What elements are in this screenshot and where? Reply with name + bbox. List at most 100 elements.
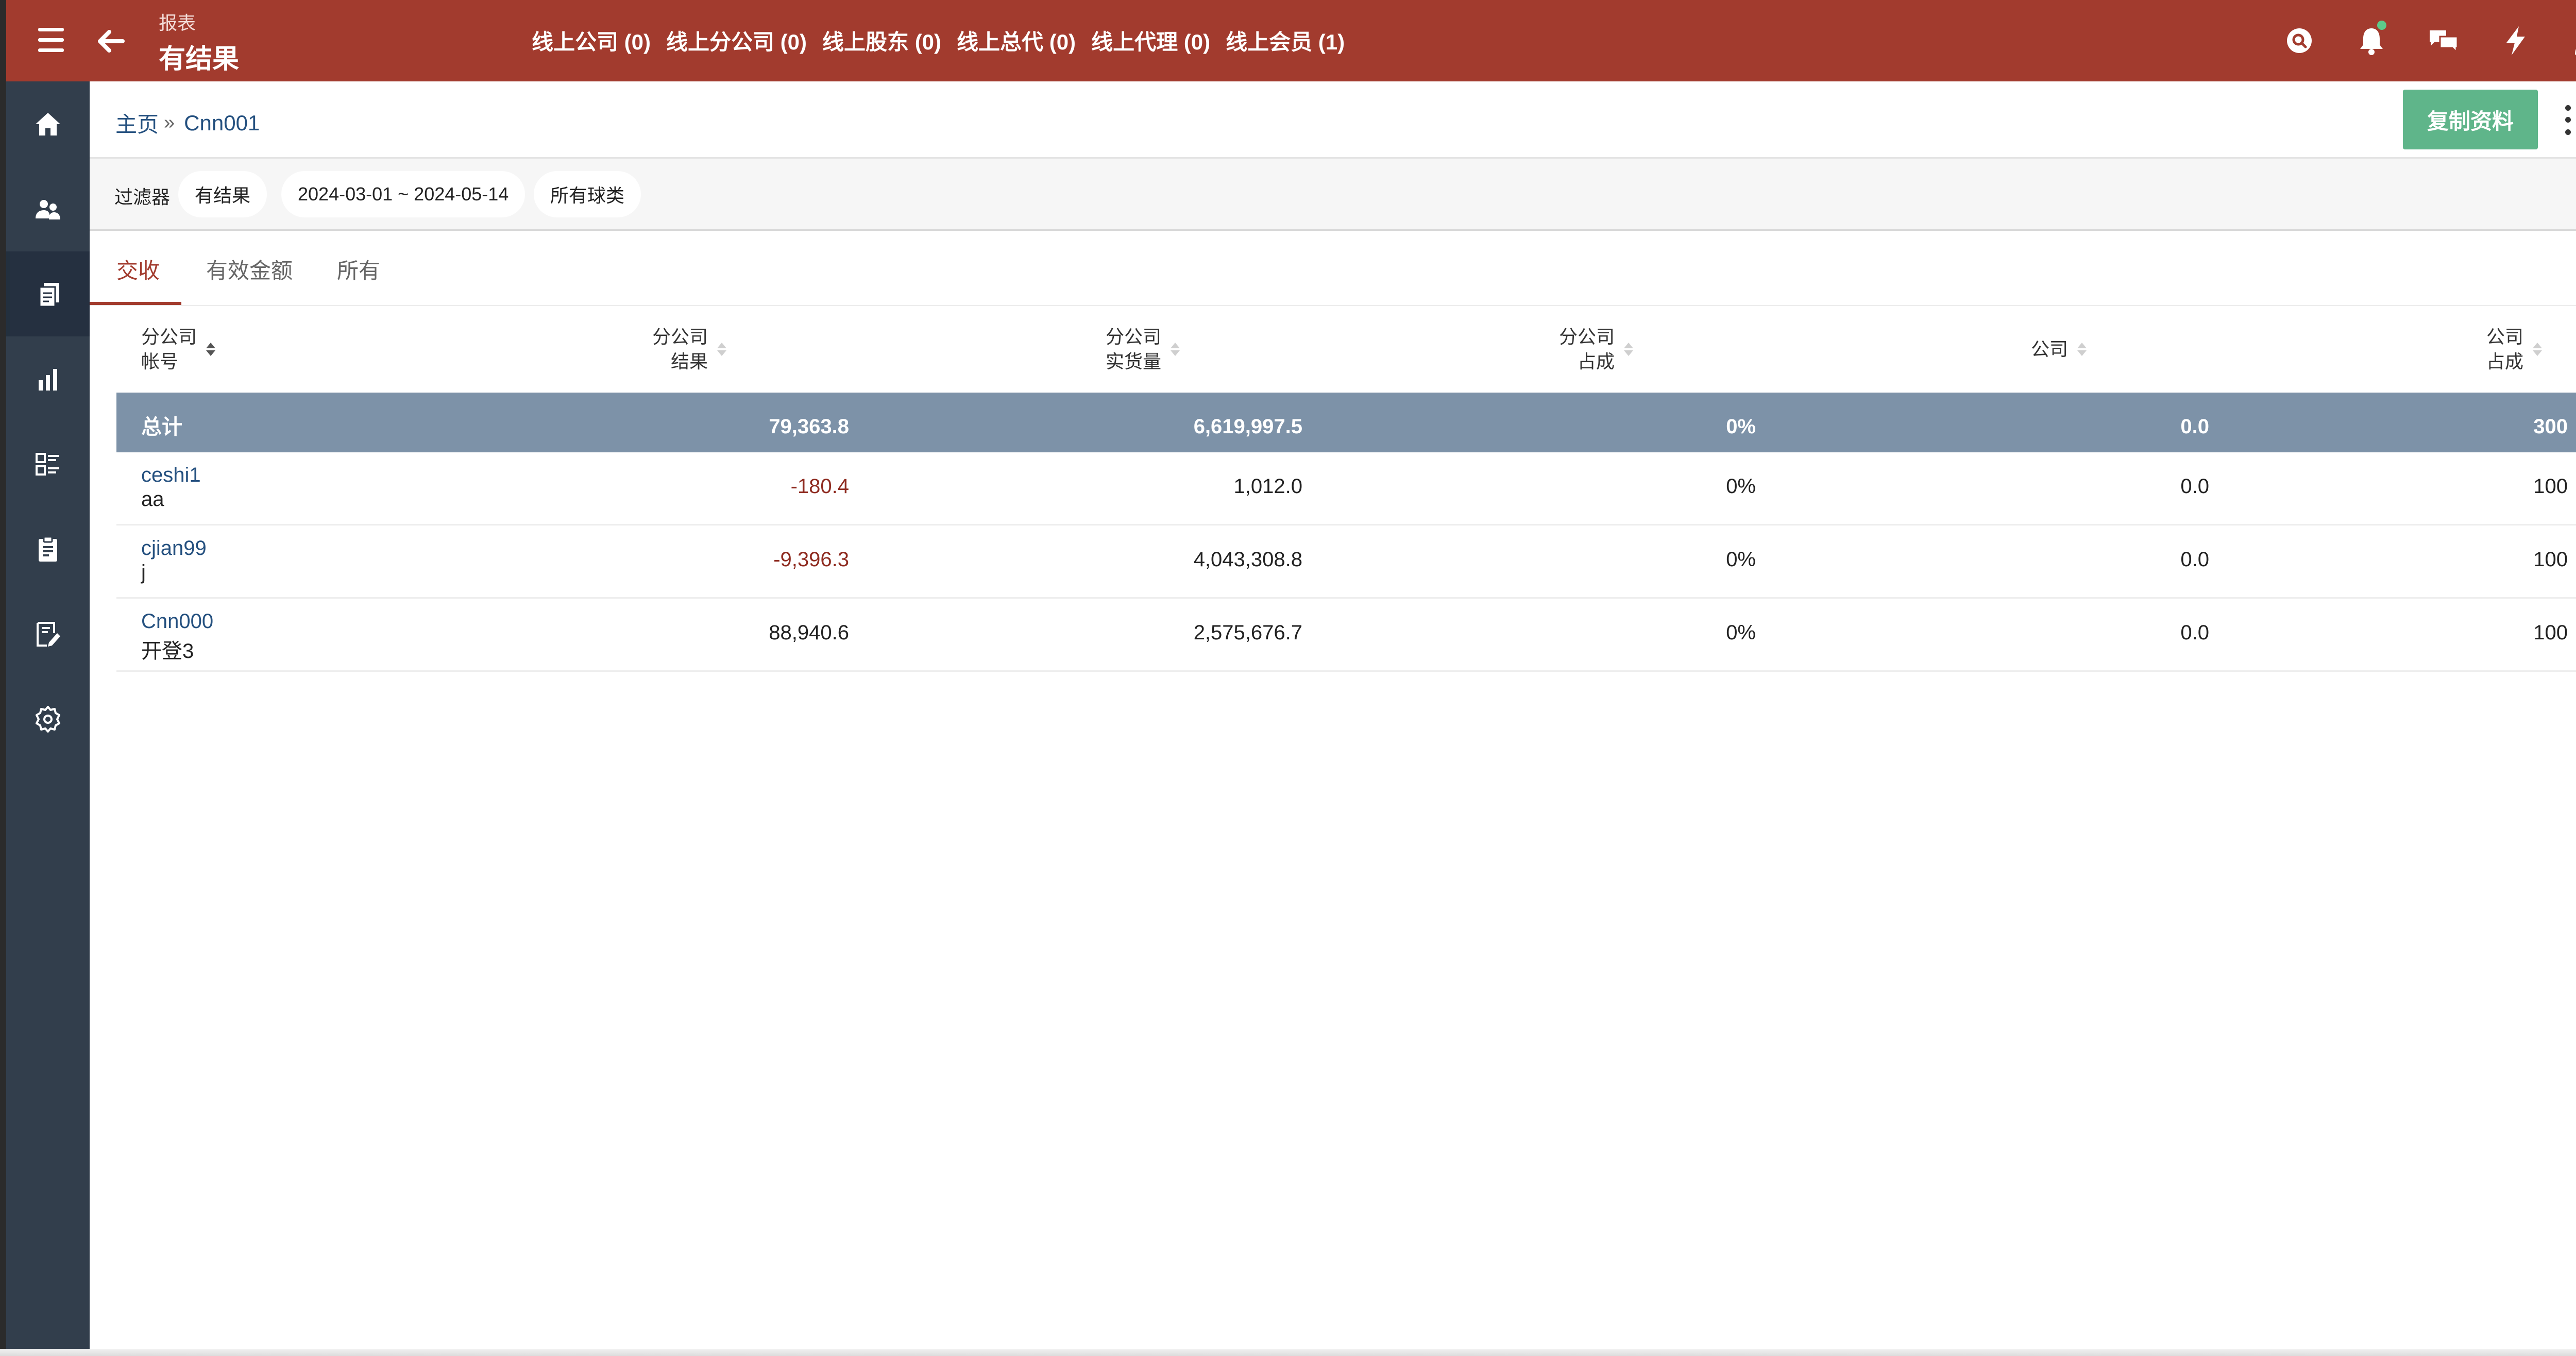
branch-share-cell: 0% [1726, 475, 1756, 498]
clipboard-icon [39, 536, 57, 562]
filter-chip-date-range[interactable]: 2024-03-01 ~ 2024-05-14 [281, 171, 526, 217]
column-header-company-share[interactable]: 公司 占成 [2486, 325, 2543, 374]
bolt-icon[interactable] [2493, 18, 2539, 64]
branch-result-cell: -9,396.3 [773, 548, 849, 571]
column-header-branch-share[interactable]: 分公司 占成 [1559, 325, 1634, 374]
hamburger-menu-icon[interactable] [31, 23, 72, 59]
breadcrumb: 主页 » Cnn001 [115, 107, 260, 139]
report-table: 分公司 帐号 分公司 结果 分公司 实货量 分公司 占成 公司 公司 占成 总计 79,3… [116, 306, 2576, 672]
column-header-branch-result[interactable]: 分公司结果 [652, 325, 727, 374]
table-row: ceshi1 aa -180.4 1,012.0 0% 0.0 100 [116, 452, 2576, 526]
filter-chip-sport-type[interactable]: 所有球类 [534, 171, 641, 217]
reports-icon [39, 282, 59, 307]
tab-valid-amount[interactable]: 有效金额 [206, 253, 293, 285]
column-header-branch-account[interactable]: 分公司 帐号 [141, 325, 216, 374]
account-nickname: j [141, 561, 146, 584]
account-nickname: aa [141, 488, 164, 511]
total-company-share: 300 [2533, 415, 2568, 438]
branch-result-cell: 88,940.6 [769, 621, 849, 644]
sidebar-item-users[interactable] [6, 166, 90, 251]
top-bar: 报表 有结果 线上公司 (0) 线上分公司 (0) 线上股东 (0) 线上总代 … [6, 0, 2576, 81]
nav-online-company[interactable]: 线上公司 (0) [532, 25, 651, 56]
user-icon[interactable] [2565, 18, 2576, 64]
sort-icon[interactable] [206, 343, 216, 356]
company-cell: 0.0 [2180, 548, 2209, 571]
header-label-line-2: 占成 [2486, 351, 2524, 372]
total-branch-share: 0% [1726, 415, 1756, 438]
column-header-branch-volume[interactable]: 分公司 实货量 [1106, 325, 1180, 374]
filter-label: 过滤器 [114, 187, 171, 208]
table-row: Cnn000 开登3 88,940.6 2,575,676.7 0% 0.0 1… [116, 599, 2576, 672]
tab-all[interactable]: 所有 [337, 253, 380, 285]
header-label-line-1: 公司 [2486, 326, 2524, 347]
account-cell: Cnn000 开登3 [141, 610, 213, 664]
bar-chart-icon [39, 368, 57, 391]
search-icon[interactable] [2276, 18, 2323, 64]
gear-icon [36, 705, 60, 733]
page-title: 有结果 [159, 44, 240, 74]
sidebar-item-settings[interactable] [6, 676, 90, 761]
report-tabs: 交收 有效金额 所有 [90, 231, 2576, 306]
header-label-line-1: 分公司 [1106, 326, 1162, 347]
total-branch-result: 79,363.8 [769, 415, 849, 438]
sort-icon[interactable] [2077, 343, 2087, 356]
breadcrumb-separator: » [164, 112, 175, 133]
table-total-row: 总计 79,363.8 6,619,997.5 0% 0.0 300 [116, 393, 2576, 452]
header-label-line-2: 帐号 [141, 351, 179, 372]
window-frame-bottom [0, 1349, 2576, 1356]
header-label-line-1: 分公司 [652, 326, 708, 347]
sort-icon[interactable] [1624, 343, 1634, 356]
notification-dot [2377, 21, 2386, 30]
header-label-line-1: 分公司 [1559, 326, 1615, 347]
breadcrumb-home-link[interactable]: 主页 [115, 107, 159, 139]
sidebar-item-list[interactable] [6, 421, 90, 506]
column-header-company[interactable]: 公司 [2031, 337, 2087, 362]
more-options-icon[interactable] [2557, 102, 2576, 138]
account-cell: cjian99 j [141, 537, 207, 584]
bell-icon[interactable] [2348, 18, 2395, 64]
branch-share-cell: 0% [1726, 548, 1756, 571]
account-link[interactable]: cjian99 [141, 537, 207, 560]
account-link[interactable]: Cnn000 [141, 610, 213, 633]
company-share-cell: 100 [2533, 621, 2568, 644]
sidebar-item-clipboard[interactable] [6, 506, 90, 591]
sort-icon[interactable] [1171, 343, 1180, 356]
online-counts-nav: 线上公司 (0) 线上分公司 (0) 线上股东 (0) 线上总代 (0) 线上代… [532, 25, 1360, 56]
sidebar [6, 81, 90, 1349]
table-header: 分公司 帐号 分公司 结果 分公司 实货量 分公司 占成 公司 公司 占成 [116, 306, 2576, 393]
page-section-label: 报表 [159, 12, 196, 33]
account-nickname: 开登3 [141, 640, 194, 663]
list-icon [36, 452, 59, 476]
filter-chip-result[interactable]: 有结果 [178, 171, 267, 217]
tab-settlement[interactable]: 交收 [116, 253, 160, 285]
table-row: cjian99 j -9,396.3 4,043,308.8 0% 0.0 10… [116, 526, 2576, 599]
sort-icon[interactable] [2533, 343, 2543, 356]
sidebar-item-edit-notes[interactable] [6, 591, 90, 676]
users-icon [36, 199, 60, 219]
back-arrow-icon[interactable] [91, 21, 132, 62]
home-icon [36, 112, 60, 135]
top-icon-group [2250, 18, 2576, 64]
branch-volume-cell: 2,575,676.7 [1193, 621, 1302, 644]
window-frame-left [0, 0, 6, 1356]
company-cell: 0.0 [2180, 621, 2209, 644]
sidebar-item-statistics[interactable] [6, 336, 90, 421]
header-label-line-2: 结果 [671, 351, 708, 372]
company-share-cell: 100 [2533, 475, 2568, 498]
nav-online-branch[interactable]: 线上分公司 (0) [666, 25, 807, 56]
nav-online-member[interactable]: 线上会员 (1) [1226, 25, 1345, 56]
chat-icon[interactable] [2420, 18, 2467, 64]
sort-icon[interactable] [717, 343, 727, 356]
sidebar-item-home[interactable] [6, 81, 90, 166]
total-company: 0.0 [2180, 415, 2209, 438]
copy-data-button[interactable]: 复制资料 [2403, 90, 2538, 149]
nav-online-shareholder[interactable]: 线上股东 (0) [822, 25, 941, 56]
nav-online-agent[interactable]: 线上代理 (0) [1091, 25, 1210, 56]
sidebar-item-reports[interactable] [6, 251, 90, 336]
total-label: 总计 [141, 416, 182, 438]
breadcrumb-current[interactable]: Cnn001 [184, 111, 260, 135]
nav-online-general-agent[interactable]: 线上总代 (0) [957, 25, 1076, 56]
branch-result-cell: -180.4 [790, 475, 849, 498]
account-link[interactable]: ceshi1 [141, 464, 201, 487]
active-tab-indicator [90, 302, 181, 305]
